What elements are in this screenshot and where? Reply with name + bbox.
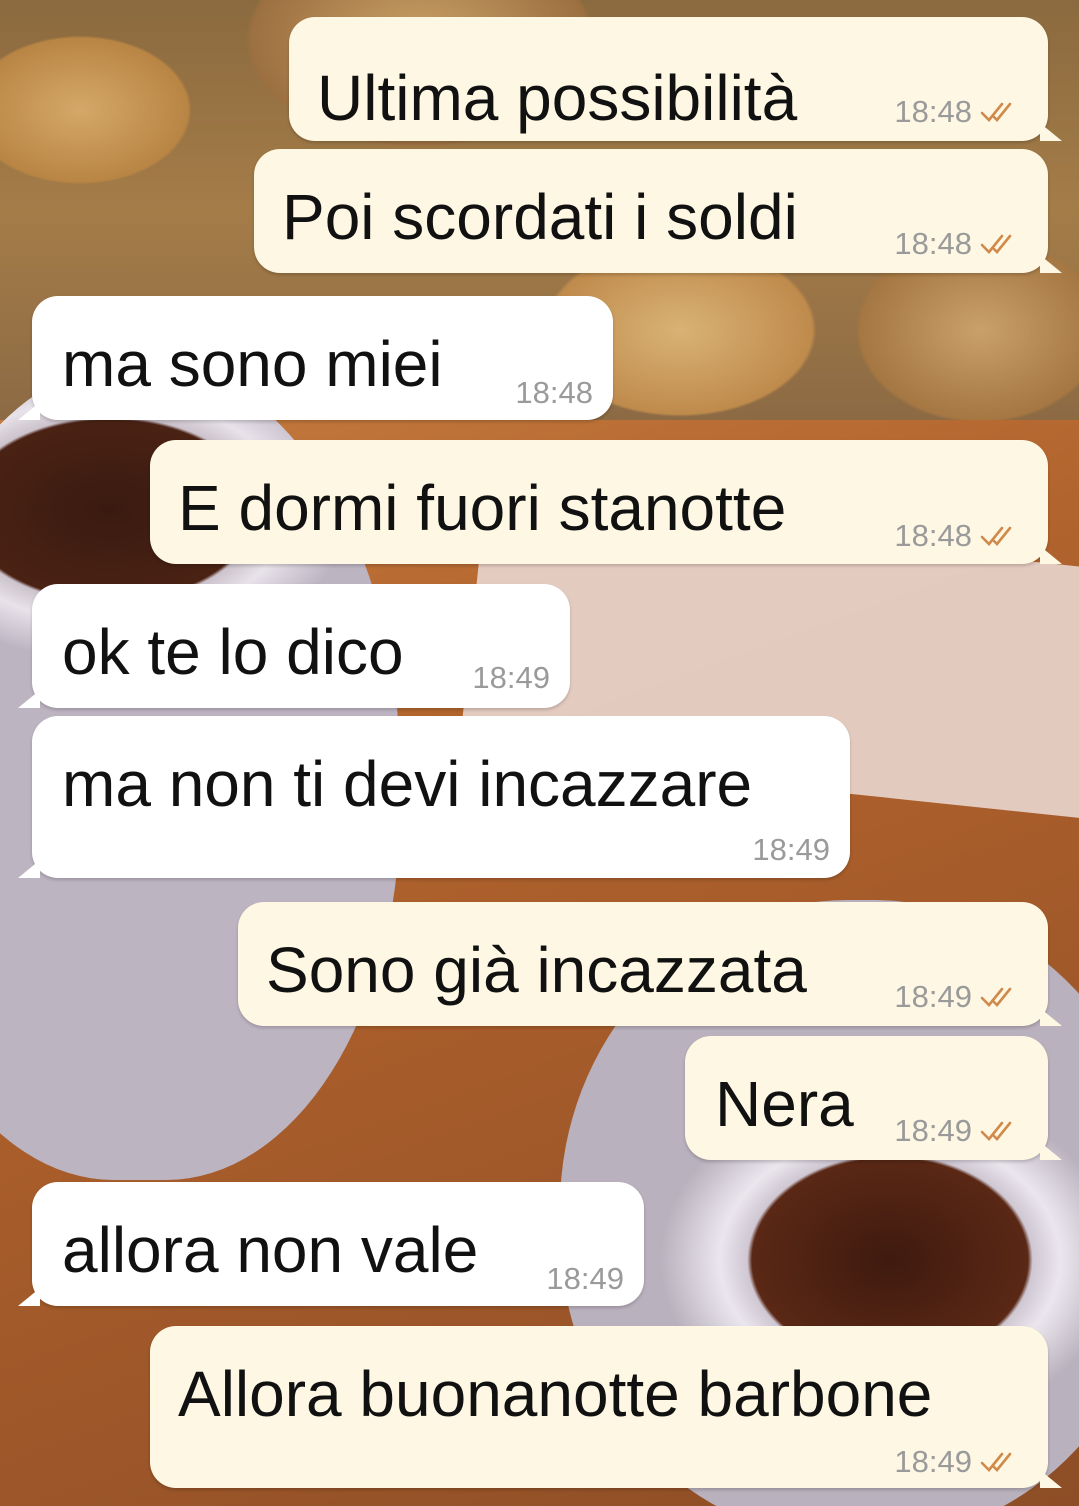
message-meta: 18:49: [546, 1263, 624, 1294]
message-meta: 18:49: [894, 981, 1022, 1012]
double-check-read-icon: [980, 1452, 1012, 1472]
message-bubble-outgoing[interactable]: Nera 18:49: [685, 1036, 1062, 1160]
message-time: 18:48: [894, 226, 972, 261]
message-time: 18:49: [894, 1444, 972, 1479]
message-time: 18:48: [515, 375, 593, 410]
message-text: E dormi fuori stanotte: [178, 472, 787, 544]
message-bubble-incoming[interactable]: ma non ti devi incazzare 18:49: [18, 716, 850, 878]
message-text: ma non ti devi incazzare: [62, 748, 753, 820]
double-check-read-icon: [980, 526, 1012, 546]
message-bubble-incoming[interactable]: ma sono miei 18:48: [18, 296, 613, 420]
message-text: Nera: [715, 1068, 854, 1140]
message-time: 18:49: [472, 660, 550, 695]
message-text: Allora buonanotte barbone: [178, 1358, 933, 1430]
message-meta: 18:48: [894, 520, 1022, 551]
double-check-read-icon: [980, 1121, 1012, 1141]
message-meta: 18:49: [894, 1115, 1022, 1146]
message-text: ok te lo dico: [62, 616, 404, 688]
message-time: 18:49: [894, 1113, 972, 1148]
double-check-read-icon: [980, 234, 1012, 254]
message-text: Ultima possibilità: [317, 62, 798, 134]
message-time: 18:48: [894, 94, 972, 129]
message-meta: 18:49: [894, 1446, 1022, 1477]
message-bubble-outgoing[interactable]: Poi scordati i soldi 18:48: [254, 149, 1062, 273]
message-meta: 18:48: [515, 377, 593, 408]
message-bubble-outgoing[interactable]: Allora buonanotte barbone 18:49: [150, 1326, 1062, 1488]
message-meta: 18:48: [894, 228, 1022, 259]
message-time: 18:49: [752, 832, 830, 867]
message-text: ma sono miei: [62, 328, 443, 400]
message-text: Poi scordati i soldi: [282, 181, 798, 253]
message-time: 18:49: [894, 979, 972, 1014]
message-bubble-outgoing[interactable]: Sono già incazzata 18:49: [238, 902, 1062, 1026]
message-meta: 18:48: [894, 96, 1022, 127]
double-check-read-icon: [980, 987, 1012, 1007]
message-meta: 18:49: [752, 834, 830, 865]
message-bubble-incoming[interactable]: allora non vale 18:49: [18, 1182, 644, 1306]
message-bubble-outgoing[interactable]: E dormi fuori stanotte 18:48: [150, 440, 1062, 564]
message-text: allora non vale: [62, 1214, 479, 1286]
double-check-read-icon: [980, 102, 1012, 122]
message-meta: 18:49: [472, 662, 550, 693]
message-bubble-incoming[interactable]: ok te lo dico 18:49: [18, 584, 570, 708]
message-list: Ultima possibilità 18:48 Poi scordati i …: [0, 0, 1079, 1506]
message-time: 18:49: [546, 1261, 624, 1296]
message-text: Sono già incazzata: [266, 934, 807, 1006]
message-bubble-outgoing[interactable]: Ultima possibilità 18:48: [289, 17, 1062, 141]
message-time: 18:48: [894, 518, 972, 553]
